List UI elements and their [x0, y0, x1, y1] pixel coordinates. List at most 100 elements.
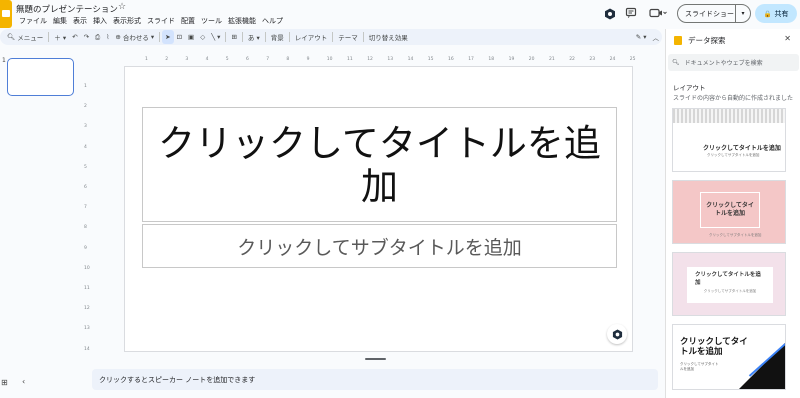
ruler-tick: 13	[387, 57, 394, 62]
ruler-tick: 16	[448, 57, 454, 62]
input-tools-icon[interactable]: あ ▾	[245, 30, 263, 44]
layout-subtitle: クリックしてサブタイトルを追加	[703, 289, 757, 293]
menu-arrange[interactable]: 配置	[178, 16, 198, 26]
menu-edit[interactable]: 編集	[50, 16, 70, 26]
layout-suggestion-1[interactable]: クリックしてタイトルを追加 クリックしてサブタイトルを追加	[672, 108, 786, 172]
new-slide-button[interactable]: ＋ ▾	[51, 30, 69, 44]
title-placeholder[interactable]: クリックしてタイトルを追加	[142, 107, 617, 222]
collapse-toolbar-icon[interactable]: ︿	[650, 30, 663, 44]
slide-canvas[interactable]: クリックしてタイトルを追加 クリックしてサブタイトルを追加	[124, 66, 633, 352]
ruler-tick: 12	[367, 57, 373, 62]
grid-view-icon[interactable]: ⊞	[1, 378, 8, 387]
layout-suggestion-2[interactable]: クリックしてタイトルを追加 クリックしてサブタイトルを追加	[672, 180, 786, 244]
ruler-tick: 10	[326, 57, 333, 62]
layout-section-desc: スライドの内容から自動的に作成されました	[673, 95, 794, 102]
menu-tools[interactable]: ツール	[198, 16, 225, 26]
ruler-tick: 22	[569, 57, 575, 62]
layout-section-title: レイアウト	[673, 84, 706, 92]
pen-icon[interactable]: ✎ ▾	[633, 30, 650, 44]
panel-header: データ探索	[674, 35, 726, 46]
ruler-tick: 10	[84, 265, 90, 271]
print-icon[interactable]: ⎙	[92, 30, 103, 44]
subtitle-placeholder[interactable]: クリックしてサブタイトルを追加	[142, 224, 617, 268]
horizontal-ruler[interactable]: 1 2 3 4 5 6 7 8 9 10 11 12 13 14 15 16 17 18 19 20 21 22 23 24 2…	[90, 56, 662, 64]
meet-icon[interactable]	[648, 6, 668, 20]
ruler-tick: 14	[84, 346, 90, 352]
ruler-tick: 2	[84, 104, 87, 110]
panel-search-input[interactable]: 🔍︎ ドキュメントやウェブを検索	[668, 54, 799, 71]
menu-slide[interactable]: スライド	[144, 16, 178, 26]
slide-thumbnail[interactable]	[7, 58, 74, 96]
layout-suggestion-4[interactable]: クリックしてタイトルを追加 クリックしてサブタイトルを追加	[672, 324, 786, 390]
ruler-tick: 4	[205, 57, 209, 62]
gemini-hex-icon[interactable]	[603, 7, 617, 21]
ruler-tick: 25	[629, 57, 636, 62]
transition-button[interactable]: 切り替え効果	[366, 30, 411, 44]
speaker-notes[interactable]: クリックするとスピーカー ノートを追加できます	[92, 369, 658, 390]
ruler-tick: 1	[145, 57, 148, 62]
ruler-tick: 11	[84, 286, 90, 291]
ruler-tick: 9	[306, 57, 310, 62]
comment-add-icon[interactable]: ⊞	[228, 30, 239, 44]
slideshow-label: スライドショー	[678, 5, 736, 22]
ruler-tick: 3	[185, 57, 189, 62]
theme-button[interactable]: テーマ	[335, 30, 361, 44]
paint-format-icon[interactable]: ⌇	[103, 30, 112, 44]
layout-button[interactable]: レイアウト	[292, 30, 331, 44]
background-button[interactable]: 背景	[268, 30, 287, 44]
zoom-select[interactable]: ⊕ 合わせる ▾	[112, 30, 157, 44]
ruler-tick: 14	[407, 57, 414, 62]
toolbar: 🔍︎ メニュー ＋ ▾ ↶ ↷ ⎙ ⌇ ⊕ 合わせる ▾ ➤ ⊡ ▣ ◇ ╲ ▾…	[0, 29, 662, 45]
collapse-filmstrip-icon[interactable]: ‹	[22, 377, 25, 386]
vertical-ruler[interactable]: 1 2 3 4 5 6 7 8 9 10 11 12 13 14	[84, 64, 92, 354]
gemini-fab-button[interactable]	[607, 324, 627, 344]
notes-resize-handle[interactable]	[365, 358, 386, 360]
menu-file[interactable]: ファイル	[16, 16, 50, 26]
ruler-tick: 5	[225, 57, 229, 62]
undo-icon[interactable]: ↶	[69, 30, 80, 44]
menu-format[interactable]: 表示形式	[110, 16, 144, 26]
search-icon: 🔍︎	[7, 33, 16, 41]
menu-search-button[interactable]: 🔍︎ メニュー	[4, 30, 46, 44]
comment-icon[interactable]	[624, 6, 638, 20]
image-icon[interactable]: ▣	[185, 30, 197, 44]
ruler-tick: 21	[549, 57, 555, 62]
shape-icon[interactable]: ◇	[197, 30, 208, 44]
explore-panel: データ探索 ✕ 🔍︎ ドキュメントやウェブを検索 レイアウト スライドの内容から…	[665, 29, 800, 398]
layout-subtitle: クリックしてサブタイトルを追加	[680, 362, 719, 371]
ruler-tick: 18	[488, 57, 495, 62]
explore-icon	[674, 36, 682, 45]
star-icon[interactable]: ☆	[118, 2, 126, 12]
chevron-down-icon[interactable]: ▾	[736, 10, 750, 17]
ruler-tick: 5	[84, 164, 87, 170]
slides-logo[interactable]	[0, 0, 12, 28]
layout-title: クリックしてタイトルを追加	[706, 202, 754, 217]
text-box-icon[interactable]: ⊡	[174, 30, 185, 44]
layout-subtitle: クリックしてサブタイトルを追加	[709, 233, 762, 237]
line-icon[interactable]: ╲ ▾	[208, 30, 223, 44]
slide-number: 1	[2, 57, 6, 64]
menu-help[interactable]: ヘルプ	[259, 16, 286, 26]
slideshow-button[interactable]: スライドショー ▾	[677, 4, 751, 23]
menu-extensions[interactable]: 拡張機能	[225, 16, 259, 26]
ruler-tick: 2	[165, 57, 169, 62]
zoom-icon: ⊕	[115, 33, 121, 41]
select-tool-icon[interactable]: ➤	[162, 30, 174, 44]
panel-search-placeholder: ドキュメントやウェブを検索	[684, 60, 763, 67]
panel-title: データ探索	[688, 36, 726, 45]
layout-title: クリックしてタイトルを追加	[703, 145, 781, 152]
ruler-tick: 19	[508, 57, 515, 62]
layout-suggestion-3[interactable]: クリックしてタイトルを追加 クリックしてサブタイトルを追加	[672, 252, 786, 316]
close-icon[interactable]: ✕	[784, 34, 791, 43]
menu-insert[interactable]: 挿入	[90, 16, 110, 26]
share-button[interactable]: 🔒 共有	[755, 4, 797, 23]
ruler-tick: 9	[84, 245, 87, 251]
menu-view[interactable]: 表示	[70, 16, 90, 26]
ruler-tick: 13	[84, 326, 90, 332]
ruler-tick: 7	[84, 205, 87, 211]
ruler-tick: 6	[84, 185, 87, 190]
document-title[interactable]: 無題のプレゼンテーション	[16, 3, 118, 15]
share-label: 共有	[774, 9, 789, 18]
redo-icon[interactable]: ↷	[81, 30, 92, 44]
ruler-tick: 23	[589, 57, 596, 62]
